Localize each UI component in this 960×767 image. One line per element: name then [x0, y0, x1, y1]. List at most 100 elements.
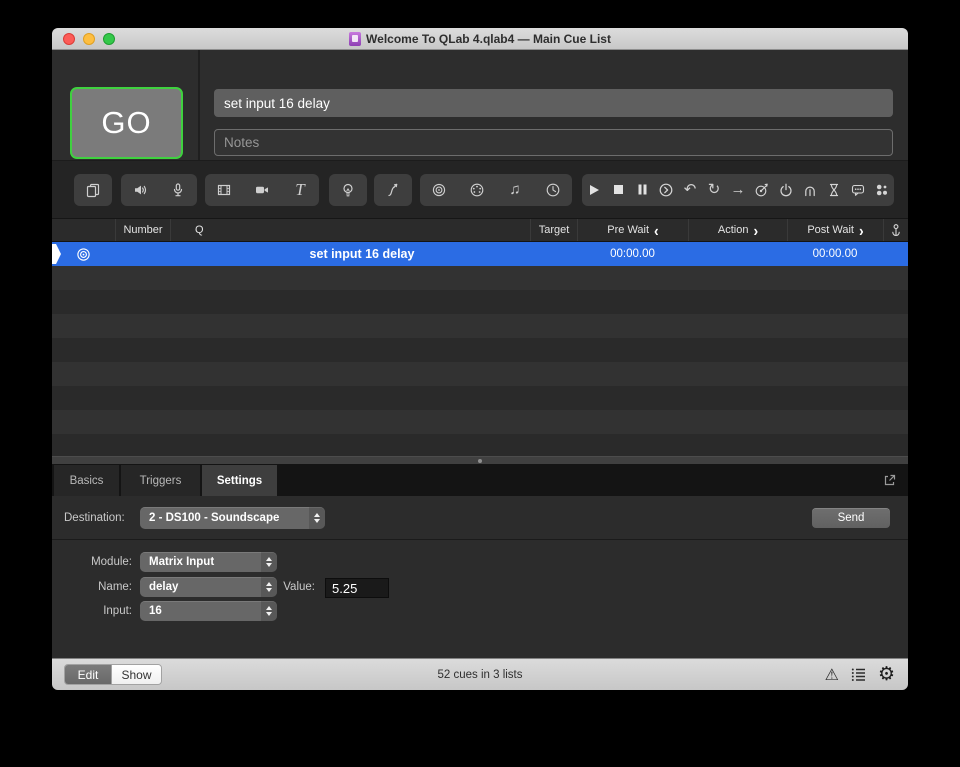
- notes-field[interactable]: [214, 129, 893, 156]
- script-button[interactable]: [870, 174, 894, 206]
- expand-right-chevron-icon[interactable]: ›: [753, 221, 758, 239]
- arm-button[interactable]: [774, 174, 798, 206]
- destination-dropdown[interactable]: 2 - DS100 - Soundscape: [140, 507, 325, 529]
- input-dropdown[interactable]: 16: [140, 601, 277, 621]
- toolbar-group-2: [121, 173, 197, 206]
- toolbar-group-1: [74, 173, 112, 206]
- destination-row: Destination: 2 - DS100 - Soundscape Send: [52, 496, 908, 540]
- reset-button[interactable]: ↶: [678, 174, 702, 206]
- fade-cue-button[interactable]: [374, 174, 412, 206]
- four-dots-icon: [874, 182, 890, 198]
- expand-right-chevron-icon[interactable]: ›: [859, 221, 864, 239]
- cue-name-field[interactable]: [214, 89, 893, 117]
- group-cue-icon: [85, 182, 101, 198]
- minimize-window-button[interactable]: [83, 33, 95, 45]
- pause-icon: [636, 183, 649, 196]
- timecode-cue-button[interactable]: [534, 174, 572, 206]
- action-column-header[interactable]: Action ›: [688, 219, 787, 241]
- cue-list-body[interactable]: [52, 266, 908, 456]
- toolbar-group-5: [374, 173, 412, 206]
- tab-triggers[interactable]: Triggers: [121, 465, 200, 496]
- status-column-header: [52, 219, 115, 241]
- camera-icon: [254, 182, 270, 198]
- network-cue-icon: [76, 247, 91, 262]
- go-button[interactable]: GO: [70, 87, 183, 159]
- destination-label: Destination:: [64, 512, 125, 524]
- target-column-header[interactable]: Target: [530, 219, 577, 241]
- close-window-button[interactable]: [63, 33, 75, 45]
- memo-button[interactable]: [846, 174, 870, 206]
- video-cue-button[interactable]: [205, 174, 243, 206]
- titlebar: Welcome To QLab 4.qlab4 — Main Cue List: [52, 28, 908, 50]
- target-button[interactable]: [750, 174, 774, 206]
- tab-settings[interactable]: Settings: [202, 465, 277, 496]
- postwait-column-header[interactable]: Post Wait ›: [787, 219, 883, 241]
- network-cue-button[interactable]: [420, 174, 458, 206]
- tab-basics[interactable]: Basics: [54, 465, 119, 496]
- cue-name-cell: set input 16 delay: [309, 247, 415, 261]
- play-icon: [587, 183, 601, 197]
- text-cue-button[interactable]: T: [281, 174, 319, 206]
- inspector-tab-bar: Basics Triggers Settings: [52, 465, 908, 496]
- cue-trigger-cell: [883, 242, 908, 266]
- toolbar-group-4: [329, 173, 367, 206]
- film-icon: [216, 182, 232, 198]
- popout-inspector-button[interactable]: [882, 473, 897, 488]
- text-icon: T: [295, 180, 305, 199]
- power-icon: [778, 182, 794, 198]
- send-button[interactable]: Send: [812, 508, 890, 528]
- q-column-header[interactable]: Q: [170, 219, 530, 241]
- hourglass-icon: [826, 182, 842, 198]
- midi-file-cue-button[interactable]: ♫: [496, 174, 534, 206]
- splitter-grip-icon: [478, 458, 482, 463]
- number-column-header[interactable]: Number: [115, 219, 170, 241]
- collapse-left-chevron-icon[interactable]: ‹: [654, 221, 659, 239]
- camera-cue-button[interactable]: [243, 174, 281, 206]
- zoom-window-button[interactable]: [103, 33, 115, 45]
- music-note-icon: ♫: [509, 181, 521, 198]
- pause-button[interactable]: [630, 174, 654, 206]
- undo-arrow-icon: ↶: [683, 181, 697, 198]
- prewait-column-header[interactable]: Pre Wait ‹: [577, 219, 688, 241]
- cue-toolbar: T ♫ ↶ ↻ →: [52, 160, 908, 218]
- redo-button[interactable]: ↻: [702, 174, 726, 206]
- name-dropdown[interactable]: delay: [140, 577, 277, 597]
- wait-button[interactable]: [822, 174, 846, 206]
- settings-gear-button[interactable]: ⚙: [878, 665, 895, 684]
- load-button[interactable]: [654, 174, 678, 206]
- clock-icon: [545, 182, 561, 198]
- module-dropdown[interactable]: Matrix Input: [140, 552, 277, 572]
- splitter-handle[interactable]: [52, 456, 908, 465]
- audio-cue-button[interactable]: [121, 174, 159, 206]
- lightbulb-icon: [340, 182, 356, 198]
- midi-cue-button[interactable]: [458, 174, 496, 206]
- mic-stand-icon: [889, 223, 903, 237]
- cue-lists-button[interactable]: [850, 666, 867, 683]
- dart-target-icon: [754, 182, 770, 198]
- toolbar-group-playback: ↶ ↻ →: [582, 173, 894, 206]
- start-button[interactable]: [582, 174, 606, 206]
- window-title: Welcome To QLab 4.qlab4 — Main Cue List: [366, 31, 611, 46]
- group-cue-button[interactable]: [74, 174, 112, 206]
- speaker-icon: [132, 182, 148, 198]
- stop-button[interactable]: [606, 174, 630, 206]
- cue-prewait-cell: 00:00.00: [610, 248, 655, 260]
- mic-cue-button[interactable]: [159, 174, 197, 206]
- light-cue-button[interactable]: [329, 174, 367, 206]
- cue-number-cell: [115, 242, 170, 266]
- cue-row-selected[interactable]: set input 16 delay 00:00.00 00:00.00: [52, 242, 908, 266]
- disarm-button[interactable]: [798, 174, 822, 206]
- input-label: Input:: [103, 605, 132, 617]
- cue-list-header: Number Q Target Pre Wait ‹ Action › Post…: [52, 218, 908, 242]
- goto-button[interactable]: →: [726, 174, 750, 206]
- load-icon: [658, 182, 674, 198]
- value-field[interactable]: [325, 578, 389, 598]
- cue-action-cell: [688, 242, 787, 266]
- trigger-column-header[interactable]: [883, 219, 908, 241]
- qlab-window: Welcome To QLab 4.qlab4 — Main Cue List …: [52, 28, 908, 690]
- document-icon: [349, 31, 362, 46]
- warnings-button[interactable]: ⚠: [825, 666, 839, 683]
- cue-count-summary: 52 cues in 3 lists: [437, 669, 523, 681]
- traffic-lights: [63, 33, 115, 45]
- toolbar-group-3: T: [205, 173, 319, 206]
